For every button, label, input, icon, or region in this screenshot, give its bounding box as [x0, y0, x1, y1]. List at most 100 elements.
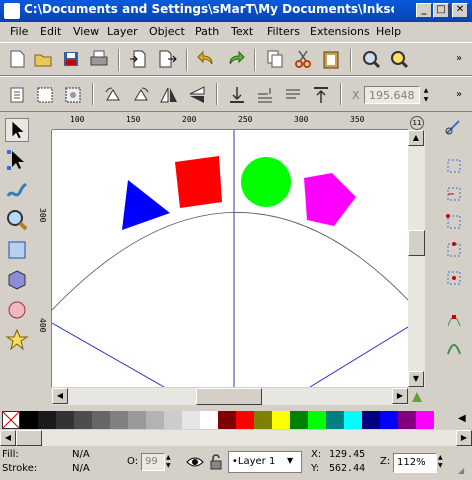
maximize-button[interactable]: □	[433, 3, 449, 18]
color-swatch[interactable]	[128, 411, 146, 429]
select-all-layers-icon[interactable]	[34, 84, 56, 106]
menu-object[interactable]: Object	[149, 25, 185, 38]
menu-help[interactable]: Help	[376, 25, 401, 38]
menu-extensions[interactable]: Extensions	[310, 25, 370, 38]
color-swatch[interactable]	[362, 411, 380, 429]
menu-file[interactable]: File	[10, 25, 28, 38]
vertical-scrollbar[interactable]: ▲ ▼	[408, 130, 425, 387]
copy-icon[interactable]	[264, 48, 286, 70]
x-coordinate-field[interactable]: 195.648	[364, 86, 420, 104]
menu-layer[interactable]: Layer	[107, 25, 138, 38]
zoom-spin-icon[interactable]: ▲ ▼	[438, 454, 443, 470]
snap-paths-icon[interactable]	[444, 338, 464, 358]
color-swatch[interactable]	[344, 411, 362, 429]
toolbar-overflow-chevron-icon[interactable]: »	[456, 89, 462, 100]
palette-scrollbar[interactable]: ◀ ▶	[0, 430, 472, 446]
color-swatch[interactable]	[200, 411, 218, 429]
color-swatch[interactable]	[20, 411, 38, 429]
color-swatch[interactable]	[110, 411, 128, 429]
star-tool-icon[interactable]	[5, 328, 29, 352]
tweak-tool-icon[interactable]	[5, 178, 29, 202]
lower-to-bottom-icon[interactable]	[226, 84, 248, 106]
color-swatch[interactable]	[92, 411, 110, 429]
3d-box-tool-icon[interactable]	[5, 268, 29, 292]
snap-bbox-edge-icon[interactable]	[444, 184, 464, 204]
lower-icon[interactable]	[282, 84, 304, 106]
flip-vertical-icon[interactable]	[186, 84, 208, 106]
cut-icon[interactable]	[292, 48, 314, 70]
menu-view[interactable]: View	[73, 25, 99, 38]
zoom-field[interactable]: 112%	[393, 453, 437, 473]
green-circle[interactable]	[241, 157, 291, 207]
node-tool-icon[interactable]	[5, 148, 29, 172]
horizontal-scroll-thumb[interactable]	[196, 388, 262, 405]
vertical-ruler[interactable]: 300 400	[36, 130, 52, 387]
blue-triangle[interactable]	[122, 180, 170, 230]
toolbar-overflow-chevron-icon[interactable]: »	[456, 53, 462, 64]
redo-icon[interactable]	[224, 48, 246, 70]
selector-tool-icon[interactable]	[5, 118, 29, 142]
scroll-down-arrow-icon[interactable]: ▼	[408, 371, 424, 387]
zoom-tool-icon[interactable]	[5, 208, 29, 232]
color-swatch[interactable]	[74, 411, 92, 429]
color-swatch[interactable]	[218, 411, 236, 429]
snap-nodes-icon[interactable]	[444, 310, 464, 330]
diagonal-guide-left[interactable]	[52, 322, 165, 387]
magenta-pentagon[interactable]	[304, 173, 356, 226]
color-swatch[interactable]	[164, 411, 182, 429]
lock-icon[interactable]	[208, 453, 224, 471]
color-swatch[interactable]	[308, 411, 326, 429]
color-swatch[interactable]	[182, 411, 200, 429]
import-icon[interactable]	[128, 48, 150, 70]
zoom-selection-icon[interactable]	[360, 48, 382, 70]
snap-bbox-corner-icon[interactable]	[444, 212, 464, 232]
close-button[interactable]: ✕	[452, 3, 468, 18]
resize-grip-icon[interactable]: ◢	[458, 466, 464, 475]
horizontal-ruler[interactable]: 100 150 200 250 300 350	[52, 114, 408, 130]
minimize-button[interactable]: _	[416, 3, 432, 18]
color-swatch[interactable]	[326, 411, 344, 429]
palette-scroll-thumb[interactable]	[16, 430, 42, 446]
color-swatch[interactable]	[272, 411, 290, 429]
diagonal-guide-right[interactable]	[309, 326, 408, 387]
arc-path[interactable]	[52, 212, 408, 311]
no-paint-swatch-icon[interactable]	[2, 411, 20, 429]
snap-toggle-icon[interactable]	[444, 118, 464, 138]
scroll-left-arrow-icon[interactable]: ◀	[52, 388, 68, 404]
select-all-icon[interactable]	[6, 84, 28, 106]
palette-scroll-left-icon[interactable]: ◀	[0, 430, 16, 446]
color-swatch[interactable]	[38, 411, 56, 429]
color-swatch[interactable]	[146, 411, 164, 429]
flip-horizontal-icon[interactable]	[158, 84, 180, 106]
ellipse-tool-icon[interactable]	[5, 298, 29, 322]
snap-bbox-midpoint-icon[interactable]	[444, 240, 464, 260]
raise-icon[interactable]	[254, 84, 276, 106]
color-swatch[interactable]	[398, 411, 416, 429]
layer-selector[interactable]: •Layer 1 ▼	[228, 451, 302, 473]
drawing-canvas[interactable]	[52, 130, 408, 387]
scroll-up-arrow-icon[interactable]: ▲	[408, 130, 424, 146]
color-swatch[interactable]	[254, 411, 272, 429]
open-folder-icon[interactable]	[32, 48, 54, 70]
menu-text[interactable]: Text	[231, 25, 253, 38]
opacity-spin-icon[interactable]: ▲ ▼	[166, 454, 171, 470]
palette-menu-arrow-icon[interactable]: ◀	[458, 413, 466, 424]
horizontal-scrollbar[interactable]: ◀ ▶	[52, 388, 408, 405]
snap-bbox-icon[interactable]	[444, 156, 464, 176]
color-manage-icon[interactable]	[410, 390, 424, 404]
save-icon[interactable]	[60, 48, 82, 70]
rotate-cw-icon[interactable]	[130, 84, 152, 106]
menu-filters[interactable]: Filters	[267, 25, 300, 38]
zoom-corner-badge[interactable]: 11	[410, 116, 424, 130]
color-swatch[interactable]	[56, 411, 74, 429]
print-icon[interactable]	[88, 48, 110, 70]
color-swatch[interactable]	[236, 411, 254, 429]
x-spin-button[interactable]: ▲ ▼	[420, 86, 432, 104]
raise-to-top-icon[interactable]	[310, 84, 332, 106]
color-swatch[interactable]	[416, 411, 434, 429]
snap-center-icon[interactable]	[444, 268, 464, 288]
palette-scroll-right-icon[interactable]: ▶	[456, 430, 472, 446]
new-document-icon[interactable]	[6, 48, 28, 70]
vertical-scroll-thumb[interactable]	[408, 230, 425, 256]
color-swatch[interactable]	[380, 411, 398, 429]
